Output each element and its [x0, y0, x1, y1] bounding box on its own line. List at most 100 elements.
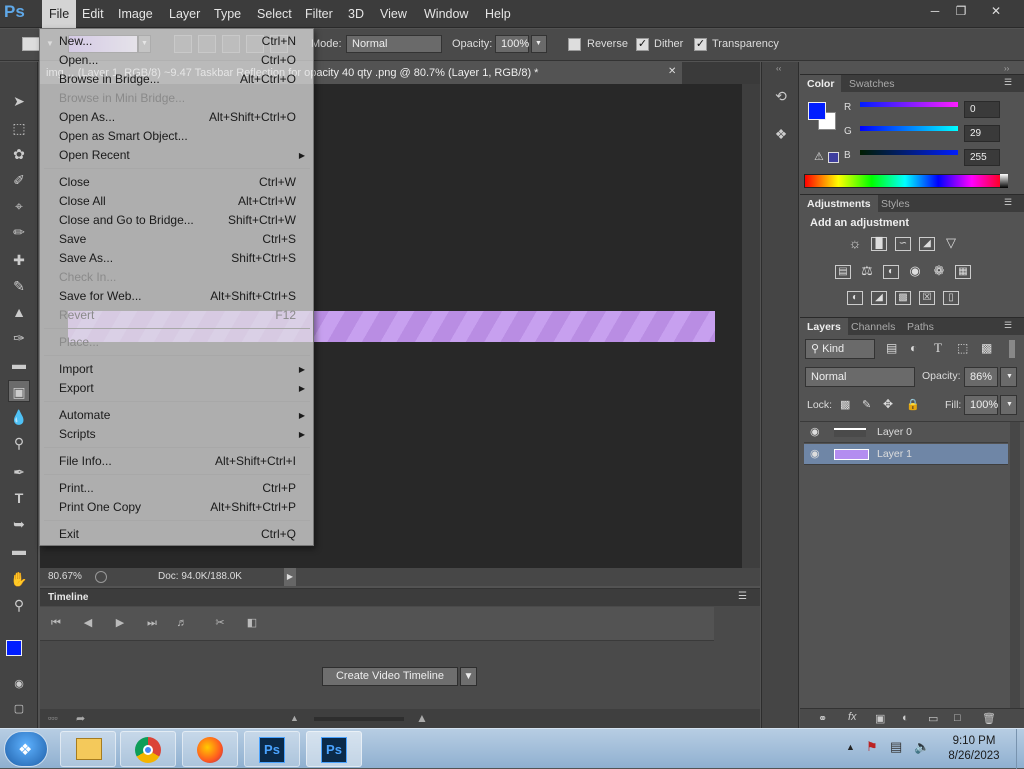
photo-filter-icon[interactable]: ◉ [907, 264, 923, 279]
menu-item-exit[interactable]: Exit Ctrl+Q [40, 525, 313, 544]
hand-tool-icon[interactable]: ✋ [8, 568, 30, 590]
close-window-icon[interactable]: ✕ [976, 3, 1016, 19]
timeline-zoom-slider[interactable] [314, 717, 404, 721]
color-lookup-icon[interactable]: ▦ [955, 265, 971, 279]
menu-view[interactable]: View [373, 0, 414, 28]
menu-item-scripts[interactable]: Scripts ▶ [40, 425, 313, 444]
layers-menu-icon[interactable]: ☰ [1004, 320, 1012, 331]
red-value[interactable]: 0 [964, 101, 1000, 118]
close-tab-icon[interactable]: ✕ [668, 66, 676, 77]
foreground-color-swatch[interactable] [808, 102, 826, 120]
create-timeline-dropdown-icon[interactable]: ▼ [460, 667, 477, 686]
eyedropper-tool-icon[interactable]: ✏ [8, 221, 30, 243]
taskbar-photoshop-1[interactable]: Ps [244, 731, 300, 767]
menu-item-print-one-copy[interactable]: Print One Copy Alt+Shift+Ctrl+P [40, 498, 313, 517]
gradient-tool-icon[interactable]: ▣ [8, 380, 30, 402]
show-hidden-icons-icon[interactable]: ▲ [846, 742, 855, 752]
first-frame-icon[interactable]: ⏮ [48, 615, 64, 631]
menu-item-file-info[interactable]: File Info... Alt+Shift+Ctrl+I [40, 452, 313, 471]
quick-mask-icon[interactable]: ◉ [8, 673, 30, 695]
zoom-in-timeline-icon[interactable]: ▲ [416, 711, 428, 725]
opacity-dropdown-icon[interactable]: ▼ [531, 35, 547, 53]
menu-file[interactable]: File [42, 0, 77, 28]
tab-adjustments[interactable]: Adjustments [800, 195, 878, 213]
gradient-tool-icon[interactable] [22, 37, 40, 51]
new-group-icon[interactable]: ▭ [928, 712, 938, 725]
blend-mode-dropdown[interactable]: Normal [805, 367, 915, 387]
collapse-panels-icon[interactable]: ›› [1004, 64, 1009, 73]
quick-select-tool-icon[interactable]: ✐ [8, 169, 30, 191]
type-filter-icon[interactable]: T [934, 340, 942, 356]
tab-color[interactable]: Color [800, 75, 842, 93]
reverse-checkbox[interactable] [568, 38, 581, 51]
adjustment-filter-icon[interactable]: ◐ [910, 341, 917, 355]
blue-value[interactable]: 255 [964, 149, 1000, 166]
lock-all-icon[interactable]: 🔒 [906, 398, 920, 411]
split-scissors-icon[interactable]: ✂ [212, 615, 228, 631]
timeline-frames-icon[interactable]: ▫▫▫ [48, 713, 58, 723]
opacity-field[interactable]: 100% [495, 35, 529, 53]
taskbar-firefox[interactable] [182, 731, 238, 767]
smart-object-filter-icon[interactable]: ▩ [981, 341, 992, 355]
green-slider[interactable] [860, 126, 958, 131]
channel-mixer-icon[interactable]: ❁ [931, 264, 947, 279]
healing-brush-tool-icon[interactable]: ✚ [8, 249, 30, 271]
transition-icon[interactable]: ◧ [244, 615, 260, 631]
vibrance-icon[interactable]: ▽ [943, 236, 959, 251]
marquee-tool-icon[interactable]: ⬚ [8, 117, 30, 139]
tab-layers[interactable]: Layers [800, 318, 848, 336]
crop-tool-icon[interactable]: ⌖ [8, 195, 30, 217]
menu-item-open-as-smart-object[interactable]: Open as Smart Object... [40, 127, 313, 146]
delete-layer-icon[interactable]: 🗑 [982, 712, 996, 725]
move-tool-icon[interactable]: ➤ [8, 90, 30, 112]
history-panel-icon[interactable]: ⟲ [771, 88, 791, 108]
black-white-ramp[interactable] [1000, 174, 1008, 188]
type-tool-icon[interactable]: T [8, 487, 30, 509]
foreground-color-swatch[interactable] [6, 640, 22, 656]
green-value[interactable]: 29 [964, 125, 1000, 142]
visibility-eye-icon[interactable]: ◉ [810, 422, 820, 443]
zoom-tool-icon[interactable]: ⚲ [8, 594, 30, 616]
show-desktop-button[interactable] [1016, 729, 1024, 769]
menu-window[interactable]: Window [417, 0, 475, 28]
posterize-icon[interactable]: ◢ [871, 291, 887, 305]
fill-dropdown-icon[interactable]: ▼ [1000, 395, 1017, 415]
levels-icon[interactable]: █ [871, 237, 887, 251]
zoom-level[interactable]: 80.67% [48, 568, 82, 586]
lock-transparent-icon[interactable]: ▩ [840, 398, 850, 411]
add-mask-icon[interactable]: ▣ [875, 712, 885, 725]
tab-styles[interactable]: Styles [874, 195, 917, 213]
curves-icon[interactable]: ∽ [895, 237, 911, 251]
pen-tool-icon[interactable]: ✒ [8, 461, 30, 483]
blur-tool-icon[interactable]: 💧 [8, 406, 30, 428]
zoom-out-timeline-icon[interactable]: ▲ [290, 713, 299, 723]
layer-opacity-field[interactable]: 86% [964, 367, 998, 387]
menu-filter[interactable]: Filter [298, 0, 340, 28]
gamut-warning-icon[interactable]: ⚠ [814, 150, 824, 163]
collapse-dock-icon[interactable]: ‹‹ [776, 64, 781, 73]
link-layers-icon[interactable]: ⚭ [818, 712, 827, 725]
menu-image[interactable]: Image [111, 0, 160, 28]
menu-item-close-all[interactable]: Close All Alt+Ctrl+W [40, 192, 313, 211]
brush-tool-icon[interactable]: ✎ [8, 275, 30, 297]
menu-item-close[interactable]: Close Ctrl+W [40, 173, 313, 192]
invert-icon[interactable]: ◐ [847, 291, 863, 305]
network-icon[interactable]: ▤ [890, 739, 902, 755]
3d-panel-icon[interactable]: ❖ [771, 126, 791, 146]
action-center-icon[interactable]: ⚑ [866, 739, 878, 755]
taskbar-photoshop-2[interactable]: Ps [306, 731, 362, 767]
menu-help[interactable]: Help [478, 0, 518, 28]
selective-color-icon[interactable]: ☒ [919, 291, 935, 305]
minimize-icon[interactable]: ─ [924, 3, 946, 19]
visibility-eye-icon[interactable]: ◉ [810, 444, 820, 465]
timeline-menu-icon[interactable]: ☰ [738, 591, 747, 602]
hue-saturation-icon[interactable]: ▤ [835, 265, 851, 279]
next-frame-icon[interactable]: ⏭ [144, 615, 160, 631]
mode-dropdown[interactable]: Normal [346, 35, 442, 53]
layer-style-icon[interactable]: fx [848, 711, 857, 723]
dodge-tool-icon[interactable]: ⚲ [8, 432, 30, 454]
layer-row-layer-0[interactable]: ◉ Layer 0 [804, 422, 1008, 443]
menu-item-browse-in-bridge[interactable]: Browse in Bridge... Alt+Ctrl+O [40, 70, 313, 89]
red-slider[interactable] [860, 102, 958, 107]
menu-edit[interactable]: Edit [75, 0, 111, 28]
